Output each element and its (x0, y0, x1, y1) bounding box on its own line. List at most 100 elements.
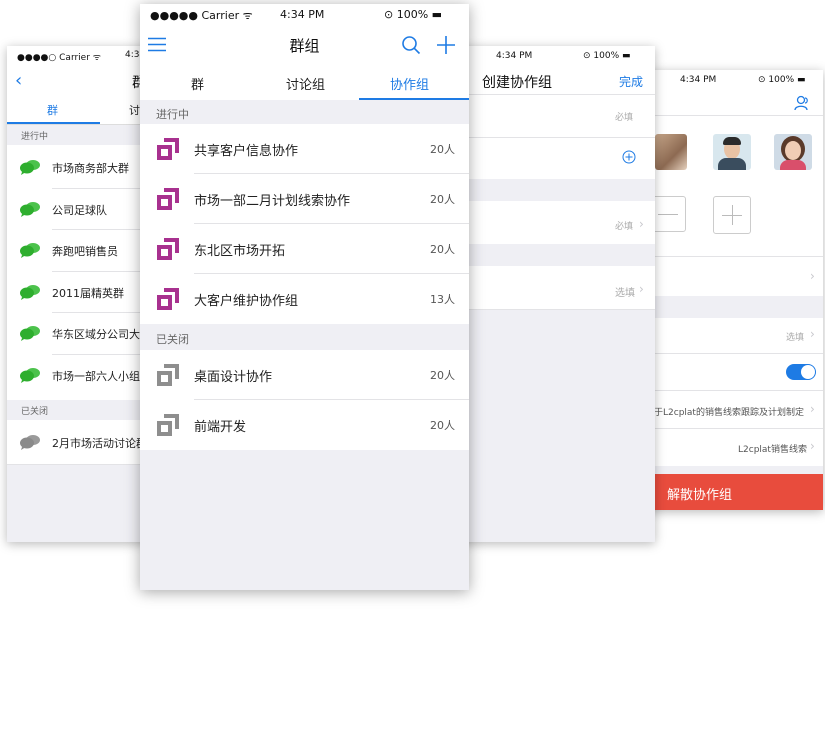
add-member-button[interactable] (713, 196, 751, 234)
group-row[interactable]: 大客户维护协作组 13人 (140, 274, 469, 324)
chevron-right-icon: › (639, 282, 644, 296)
tab-groups[interactable]: 群 (191, 74, 204, 93)
group-name: 市场商务部大群 (52, 162, 129, 175)
carrier-label: Carrier (201, 9, 240, 22)
chevron-right-icon: › (810, 327, 815, 341)
chat-bubbles-icon (20, 201, 40, 217)
divider (455, 137, 655, 138)
status-bar: ●●●●● Carrier ᯤ 4:34 PM ⊙ 100% ▬ (140, 4, 469, 24)
signal-indicator: ●●●●● Carrier ᯤ (150, 9, 253, 22)
collaboration-group-icon (157, 288, 179, 310)
divider (640, 428, 823, 429)
empty-area (455, 310, 655, 542)
group-name: 市场一部二月计划线索协作 (194, 194, 351, 209)
chevron-right-icon: › (810, 439, 815, 453)
navigation-bar: 群组 (140, 26, 469, 64)
collaboration-group-icon (157, 138, 179, 160)
group-name: 公司足球队 (52, 203, 107, 217)
status-bar: 4:34 PM ⊙ 100% ▬ (455, 46, 655, 66)
members-icon[interactable] (794, 95, 810, 111)
collaboration-group-icon (157, 188, 179, 210)
divider (640, 353, 823, 354)
remove-member-button[interactable] (650, 196, 686, 232)
tab-discussion[interactable]: 讨 (129, 102, 140, 118)
group-name: 市场一部六人小组 (52, 369, 140, 383)
divider (455, 94, 655, 95)
tab-indicator (7, 122, 100, 124)
chat-bubbles-icon (20, 160, 40, 175)
phone-collab-group-screen: ●●●●● Carrier ᯤ 4:34 PM ⊙ 100% ▬ 群组 群 讨论… (140, 4, 469, 590)
tab-collaboration[interactable]: 协作组 (390, 74, 429, 93)
group-name: 桌面设计协作 (194, 370, 273, 385)
group-name: 华东区域分公司大群 (52, 328, 151, 341)
dissolve-group-button[interactable]: 解散协作组 (640, 474, 823, 510)
member-count: 20人 (430, 193, 455, 206)
optional-value: 选填 (786, 333, 805, 343)
time-label: 4:34 PM (496, 51, 533, 61)
member-count: 20人 (430, 243, 455, 256)
section-gap (455, 244, 655, 266)
tab-bar: 群 讨论组 协作组 (140, 66, 469, 101)
search-icon[interactable] (401, 35, 421, 55)
collaboration-group-icon (157, 238, 179, 260)
required-hint: 必填 (615, 113, 634, 123)
divider (640, 256, 823, 257)
tab-groups[interactable]: 群 (47, 102, 58, 118)
group-row[interactable]: 市场一部二月计划线索协作 20人 (140, 174, 469, 224)
description-value: 于L2cplat的销售线索跟踪及计划制定 (654, 408, 804, 418)
member-count: 13人 (430, 293, 455, 306)
group-name: 2011届精英群 (52, 286, 124, 300)
group-name: 大客户维护协作组 (194, 294, 299, 309)
done-button[interactable]: 完成 (619, 73, 643, 90)
battery-label: ⊙ 100% ▬ (758, 75, 806, 85)
group-name: 前端开发 (194, 420, 247, 435)
toggle-switch[interactable] (786, 364, 816, 380)
section-header-closed: 已关闭 (140, 324, 469, 350)
phone-group-settings-screen: 4:34 PM ⊙ 100% ▬ ) › 选填 › 于L2cplat的销售线索跟… (640, 70, 823, 510)
time-label: 4:34 PM (280, 8, 325, 21)
collaboration-group-icon (157, 414, 179, 436)
section-gap (640, 296, 823, 318)
group-name: 东北区市场开拓 (194, 244, 286, 259)
divider (640, 390, 823, 391)
group-name: 2月市场活动讨论群 (52, 437, 147, 450)
section-gap (640, 466, 823, 474)
member-count: 20人 (430, 369, 455, 382)
member-avatar[interactable] (713, 134, 751, 170)
phone-create-group-screen: 4:34 PM ⊙ 100% ▬ 创建协作组 完成 必填 必填 › 选填 › (455, 46, 655, 542)
add-icon[interactable] (436, 35, 456, 55)
member-avatar[interactable] (774, 134, 812, 170)
chat-bubbles-icon (20, 435, 40, 450)
member-count: 20人 (430, 419, 455, 432)
chat-bubbles-icon (20, 326, 40, 341)
chevron-right-icon: › (810, 269, 815, 283)
group-name: 共享客户信息协作 (194, 144, 299, 159)
signal-indicator: ●●●●○ Carrier ᯤ (17, 53, 101, 63)
chevron-right-icon: › (639, 217, 644, 231)
clue-value: L2cplat销售线索 (738, 445, 807, 455)
section-gap (455, 179, 655, 201)
group-name: 奔跑吧销售员 (52, 245, 118, 258)
group-row[interactable]: 东北区市场开拓 20人 (140, 224, 469, 274)
add-circle-icon[interactable] (622, 150, 636, 164)
time-label: 4:34 PM (680, 75, 717, 85)
optional-hint: 选填 (615, 288, 635, 299)
group-row[interactable]: 桌面设计协作 20人 (140, 350, 469, 400)
chat-bubbles-icon (20, 367, 40, 383)
required-hint: 必填 (615, 222, 634, 232)
battery-label: ⊙ 100% ▬ (583, 51, 631, 61)
collaboration-group-icon (157, 364, 179, 386)
chat-bubbles-icon (20, 284, 40, 300)
divider (640, 115, 823, 116)
group-row[interactable]: 共享客户信息协作 20人 (140, 124, 469, 174)
chevron-right-icon: › (810, 402, 815, 416)
member-avatar[interactable] (655, 134, 687, 170)
member-count: 20人 (430, 143, 455, 156)
nav-title: 创建协作组 (482, 75, 552, 91)
chat-bubbles-icon (20, 243, 40, 258)
empty-area (140, 450, 469, 590)
tab-discussion[interactable]: 讨论组 (286, 74, 325, 93)
carrier-label: Carrier (59, 53, 90, 63)
group-row[interactable]: 前端开发 20人 (140, 400, 469, 450)
back-icon[interactable]: ‹ (15, 70, 22, 91)
